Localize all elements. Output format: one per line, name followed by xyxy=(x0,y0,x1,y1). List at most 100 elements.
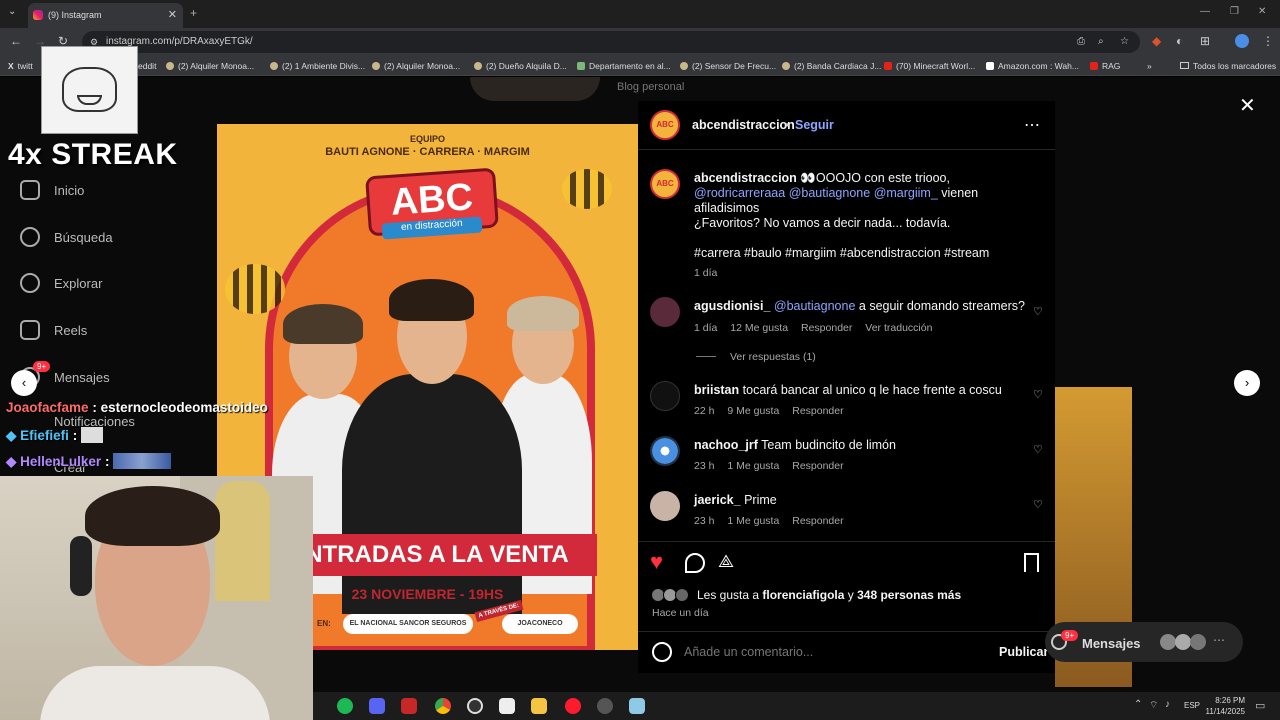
reply-button[interactable]: Responder xyxy=(801,322,852,334)
mention-link[interactable]: @margiim_ xyxy=(874,186,938,200)
bookmarks-overflow-icon[interactable]: » xyxy=(1147,61,1152,71)
nav-inicio[interactable]: Inicio xyxy=(20,180,84,200)
star-icon[interactable]: ☆ xyxy=(1120,31,1129,53)
bookmark-item[interactable]: Amazon.com : Wah... xyxy=(986,61,1079,71)
like-comment-icon[interactable]: ♡ xyxy=(1033,388,1043,401)
view-replies-button[interactable]: Ver respuestas (1) xyxy=(730,351,816,363)
like-comment-icon[interactable]: ♡ xyxy=(1033,498,1043,511)
comment-user[interactable]: jaerick_ xyxy=(694,493,741,507)
comment-input[interactable] xyxy=(684,642,984,662)
language-indicator[interactable]: ESP xyxy=(1184,701,1200,710)
mention-link[interactable]: @bautiagnone xyxy=(789,186,871,200)
bookmark-item[interactable]: (70) Minecraft Worl... xyxy=(884,61,975,71)
opera-icon[interactable] xyxy=(565,698,581,714)
translate-button[interactable]: Ver traducción xyxy=(865,322,932,334)
address-bar[interactable]: ⚙ instagram.com/p/DRAxaxyETGk/ ⎙ ⌕ ☆ xyxy=(82,31,1140,53)
tab-close-icon[interactable]: ✕ xyxy=(168,3,177,28)
minimize-icon[interactable]: — xyxy=(1200,6,1210,17)
like-heart-icon[interactable]: ♥ xyxy=(650,549,663,575)
bookmark-item[interactable]: (2) Sensor De Frecu... xyxy=(680,61,776,71)
install-icon[interactable]: ⎙ xyxy=(1077,31,1085,53)
profile-avatar[interactable] xyxy=(1235,34,1249,48)
bookmark-item[interactable]: (2) Alquiler Monoa... xyxy=(166,61,254,71)
caption-hashtags[interactable]: #carrera #baulo #margiim #abcendistracci… xyxy=(694,246,1029,260)
publish-button[interactable]: Publicar xyxy=(999,645,1048,659)
tray-up-icon[interactable]: ⌃ xyxy=(1134,699,1142,710)
chrome-icon[interactable] xyxy=(435,698,451,714)
share-icon[interactable]: ⟁ xyxy=(718,551,734,572)
close-modal-icon[interactable]: ✕ xyxy=(1239,93,1256,118)
messages-pill[interactable]: 9+ Mensajes ⋯ xyxy=(1045,622,1243,662)
comment-avatar[interactable] xyxy=(650,491,680,521)
comment-user[interactable]: agusdionisi_ xyxy=(694,299,770,313)
new-tab-icon[interactable]: + xyxy=(190,6,197,20)
like-comment-icon[interactable]: ♡ xyxy=(1033,305,1043,318)
prev-post-button[interactable]: ‹ xyxy=(11,370,37,396)
extension-icon[interactable]: ◆ xyxy=(1152,34,1161,48)
browser-tab[interactable]: (9) Instagram ✕ xyxy=(28,3,183,28)
bookmark-x[interactable]: Xtwitt xyxy=(8,61,33,71)
like-comment-icon[interactable]: ♡ xyxy=(1033,443,1043,456)
likes-count[interactable]: 348 personas más xyxy=(857,588,961,602)
app2-icon[interactable] xyxy=(499,698,515,714)
app-icon[interactable] xyxy=(401,698,417,714)
extensions-puzzle-icon[interactable]: ⊞ xyxy=(1200,34,1210,48)
comment-avatar[interactable] xyxy=(650,297,680,327)
next-post-button[interactable]: › xyxy=(1234,370,1260,396)
mention-link[interactable]: @rodricarreraaa xyxy=(694,186,785,200)
all-bookmarks[interactable]: Todos los marcadores xyxy=(1180,61,1276,71)
obs-icon[interactable] xyxy=(467,698,483,714)
window-close-icon[interactable]: ✕ xyxy=(1258,6,1266,17)
nav-busqueda[interactable]: Búsqueda xyxy=(20,227,113,247)
nav-explorar[interactable]: Explorar xyxy=(20,273,102,293)
reply-button[interactable]: Responder xyxy=(792,460,843,472)
tab-menu-icon[interactable]: ⌄ xyxy=(8,6,16,17)
wifi-icon[interactable]: ⌔ xyxy=(1149,699,1158,712)
likes-summary[interactable]: Les gusta a florenciafigola y 348 person… xyxy=(697,588,961,602)
caption-user[interactable]: abcendistraccion xyxy=(694,171,797,185)
comment-likes[interactable]: 1 Me gusta xyxy=(727,460,779,472)
likes-user[interactable]: florenciafigola xyxy=(762,588,844,602)
save-bookmark-icon[interactable] xyxy=(1024,553,1039,572)
bookmark-reddit[interactable]: eddit xyxy=(138,61,156,71)
extension2-icon[interactable]: ◐ xyxy=(1176,34,1183,48)
player-icon[interactable] xyxy=(597,698,613,714)
bookmark-item[interactable]: (2) Alquiler Monoa... xyxy=(372,61,460,71)
account-avatar[interactable] xyxy=(650,110,680,140)
comment-user[interactable]: nachoo_jrf xyxy=(694,438,758,452)
menu-icon[interactable]: ⋮ xyxy=(1262,34,1274,48)
restore-icon[interactable]: ❐ xyxy=(1230,6,1239,17)
app3-icon[interactable] xyxy=(629,698,645,714)
bookmark-item[interactable]: RAG xyxy=(1090,61,1120,71)
folder-icon[interactable] xyxy=(531,698,547,714)
comment-avatar[interactable] xyxy=(650,436,680,466)
clock[interactable]: 8:26 PM 11/14/2025 xyxy=(1203,695,1245,717)
reply-button[interactable]: Responder xyxy=(792,405,843,417)
comment-avatar[interactable] xyxy=(650,381,680,411)
reply-button[interactable]: Responder xyxy=(792,515,843,527)
comment-user[interactable]: briistan xyxy=(694,383,739,397)
comment-icon[interactable] xyxy=(685,553,705,573)
caption-avatar[interactable] xyxy=(650,169,680,199)
comment-likes[interactable]: 1 Me gusta xyxy=(727,515,779,527)
back-icon[interactable]: ← xyxy=(10,34,22,48)
spotify-icon[interactable] xyxy=(337,698,353,714)
comment-likes[interactable]: 12 Me gusta xyxy=(730,322,788,334)
comment-likes[interactable]: 9 Me gusta xyxy=(727,405,779,417)
zoom-icon[interactable]: ⌕ xyxy=(1098,31,1104,53)
bookmark-item[interactable]: (2) Dueño Alquila D... xyxy=(474,61,567,71)
follow-button[interactable]: Seguir xyxy=(795,118,834,132)
more-options-icon[interactable]: ⋯ xyxy=(1024,115,1040,135)
bookmark-favicon-icon xyxy=(372,62,380,70)
mention-link[interactable]: @bautiagnone xyxy=(774,299,856,313)
nav-reels[interactable]: Reels xyxy=(20,320,87,340)
account-name[interactable]: abcendistraccion xyxy=(692,118,795,132)
bookmark-item[interactable]: (2) Banda Cardiaca J... xyxy=(782,61,881,71)
bookmark-item[interactable]: Departamento en al... xyxy=(577,61,671,71)
volume-icon[interactable]: ♪ xyxy=(1165,699,1170,710)
comment-meta: 1 día 12 Me gusta Responder Ver traducci… xyxy=(694,322,942,334)
discord-icon[interactable] xyxy=(369,698,385,714)
bookmark-item[interactable]: (2) 1 Ambiente Divis... xyxy=(270,61,365,71)
notification-icon[interactable]: ▭ xyxy=(1255,699,1265,712)
emoji-icon[interactable] xyxy=(652,642,672,662)
